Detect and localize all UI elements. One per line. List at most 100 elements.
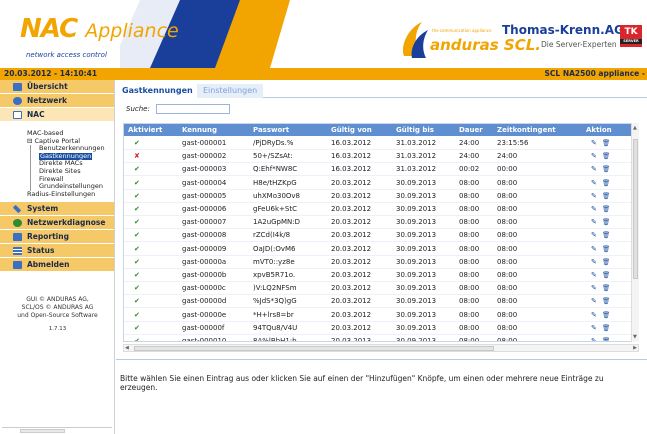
cell-kennung: gast-000005 (182, 191, 227, 200)
scrollbar-thumb[interactable] (633, 139, 638, 279)
edit-icon[interactable]: ✎ (591, 243, 597, 256)
edit-icon[interactable]: ✎ (591, 335, 597, 341)
sidebar-item-status[interactable]: Status (0, 244, 114, 259)
edit-icon[interactable]: ✎ (591, 163, 597, 176)
edit-icon[interactable]: ✎ (591, 295, 597, 308)
table-row[interactable]: ✔ gast-000001/PjDRyDs.% 16.03.2012 31.03.20… (124, 137, 638, 150)
edit-icon[interactable]: ✎ (591, 322, 597, 335)
table-row[interactable]: ✔ gast-00000a mVT0::yz8e 20.03.2012 30.09.20… (124, 256, 638, 269)
cell-dauer: 08:00 (459, 310, 480, 319)
table-row[interactable]: ✔ gast-00000d %JdS*3Q)gG 20.03.2012 30.09.20… (124, 295, 638, 309)
cell-passwort: rZCd(I4k/8 (253, 231, 291, 240)
edit-icon[interactable]: ✎ (591, 203, 597, 216)
delete-icon[interactable]: 🗑 (602, 163, 610, 176)
table-row[interactable]: ✔ gast-000004 H8e/tHZKpG 20.03.2012 30.09.20… (124, 177, 638, 190)
delete-icon[interactable]: 🗑 (602, 177, 610, 190)
edit-icon[interactable]: ✎ (591, 256, 597, 269)
sidebar-item-system[interactable]: System (0, 202, 114, 217)
edit-icon[interactable]: ✎ (591, 309, 597, 322)
sidebar-item-netzwerkdiagnose[interactable]: Netzwerkdiagnose (0, 216, 114, 231)
edit-icon[interactable]: ✎ (591, 177, 597, 190)
sidebar-item-netzwerk[interactable]: Netzwerk (0, 94, 114, 108)
edit-icon[interactable]: ✎ (591, 190, 597, 203)
edit-icon[interactable]: ✎ (591, 269, 597, 282)
delete-icon[interactable]: 🗑 (602, 203, 610, 216)
cell-dauer: 08:00 (459, 218, 480, 227)
delete-icon[interactable]: 🗑 (602, 335, 610, 341)
col-passwort[interactable]: Passwort (253, 124, 289, 136)
edit-icon[interactable]: ✎ (591, 150, 597, 163)
cell-dauer: 00:02 (459, 165, 480, 174)
delete-icon[interactable]: 🗑 (602, 269, 610, 282)
cell-gueltig-bis: 30.09.2013 (396, 337, 437, 342)
col-gueltig-bis[interactable]: Gültig bis (396, 124, 434, 136)
table-row[interactable]: ✘ gast-000002 50+/SZsAt: 16.03.2012 31.03.20… (124, 150, 638, 164)
delete-icon[interactable]: 🗑 (602, 295, 610, 308)
delete-icon[interactable]: 🗑 (602, 256, 610, 269)
table-row[interactable]: ✔ gast-00000c)V:LQ2NFSm 20.03.2012 30.09.20… (124, 282, 638, 296)
sidebar: Übersicht Netzwerk NAC MAC-based ⊟ Capti… (0, 80, 115, 434)
delete-icon[interactable]: 🗑 (602, 229, 610, 242)
table-row[interactable]: ✔ gast-000010 8A%lBbH1:b 20.03.2013 30.09.20… (124, 335, 638, 342)
delete-icon[interactable]: 🗑 (602, 309, 610, 322)
scroll-up-icon[interactable]: ▲ (633, 125, 637, 131)
search-input[interactable] (156, 104, 230, 114)
sidebar-item-nac[interactable]: NAC (0, 108, 114, 122)
delete-icon[interactable]: 🗑 (602, 216, 610, 229)
table-row[interactable]: ✔ gast-000005 uhXMo30Ov8 20.03.2012 30.09.20… (124, 190, 638, 203)
table-row[interactable]: ✔ gast-000009 OaJD(:OvM6 20.03.2012 30.09.20… (124, 243, 638, 256)
cell-gueltig-bis: 30.09.2013 (396, 191, 437, 200)
cell-gueltig-von: 20.03.2012 (331, 191, 372, 200)
cell-gueltig-bis: 31.03.2012 (396, 152, 437, 161)
delete-icon[interactable]: 🗑 (602, 150, 610, 163)
col-aktiviert[interactable]: Aktiviert (128, 124, 162, 136)
cell-gueltig-bis: 31.03.2012 (396, 165, 437, 174)
edit-icon[interactable]: ✎ (591, 282, 597, 295)
scroll-down-icon[interactable]: ▼ (633, 334, 637, 340)
delete-icon[interactable]: 🗑 (602, 282, 610, 295)
col-kennung[interactable]: Kennung (182, 124, 217, 136)
cell-kennung: gast-00000b (182, 271, 227, 279)
table-row[interactable]: ✔ gast-000007 1A2uGpMN:D 20.03.2012 30.09.20… (124, 216, 638, 230)
delete-icon[interactable]: 🗑 (602, 190, 610, 203)
col-zeitkontingent[interactable]: Zeitkontingent (497, 124, 556, 136)
col-gueltig-von[interactable]: Gültig von (331, 124, 372, 136)
active-check-icon: ✔ (134, 178, 140, 187)
scrollbar-thumb[interactable] (134, 346, 494, 351)
sidebar-item-uebersicht[interactable]: Übersicht (0, 80, 114, 94)
cell-gueltig-bis: 30.09.2013 (396, 244, 437, 253)
edit-icon[interactable]: ✎ (591, 229, 597, 242)
tab-einstellungen[interactable]: Einstellungen (197, 84, 264, 98)
table-row[interactable]: ✔ gast-000006 gFeU6k+StC 20.03.2012 30.09.20… (124, 203, 638, 216)
app-header: NAC Appliance network access control the… (0, 0, 647, 68)
scrollbar-thumb[interactable] (20, 429, 65, 433)
delete-icon[interactable]: 🗑 (602, 322, 610, 335)
edit-icon[interactable]: ✎ (591, 137, 597, 150)
active-check-icon: ✔ (134, 139, 140, 147)
guest-accounts-table: Aktiviert Kennung Passwort Gültig von Gü… (123, 123, 639, 342)
delete-icon[interactable]: 🗑 (602, 137, 610, 150)
col-aktion[interactable]: Aktion (586, 124, 612, 136)
edit-icon[interactable]: ✎ (591, 216, 597, 229)
cell-zeitkontingent: 08:00 (497, 337, 518, 342)
active-check-icon: ✔ (134, 297, 140, 306)
table-row[interactable]: ✔ gast-00000b xpvB5R71o. 20.03.2012 30.09.20… (124, 269, 638, 282)
scroll-right-icon[interactable]: ▶ (633, 345, 637, 351)
cell-gueltig-von: 16.03.2012 (331, 165, 372, 174)
tree-item-radius[interactable]: Radius-Einstellungen (27, 190, 114, 199)
scroll-left-icon[interactable]: ◀ (125, 345, 129, 351)
table-horizontal-scrollbar[interactable]: ◀ ▶ (123, 344, 639, 352)
table-row[interactable]: ✔ gast-00000e *H+lrs8=br 20.03.2012 30.09.20… (124, 309, 638, 322)
active-check-icon: ✔ (134, 231, 140, 240)
table-row[interactable]: ✔ gast-00000f 94TQu8/V4U 20.03.2012 30.09.20… (124, 322, 638, 335)
table-vertical-scrollbar[interactable]: ▲ ▼ (631, 123, 639, 342)
sidebar-horizontal-scrollbar[interactable] (2, 427, 112, 433)
tab-gastkennungen[interactable]: Gastkennungen (116, 84, 199, 98)
col-dauer[interactable]: Dauer (459, 124, 483, 136)
sidebar-item-abmelden[interactable]: Abmelden (0, 258, 114, 273)
table-row[interactable]: ✔ gast-000003 Q:Ehf*NW8C 16.03.2012 31.03.20… (124, 163, 638, 177)
delete-icon[interactable]: 🗑 (602, 243, 610, 256)
table-row[interactable]: ✔ gast-000008 rZCd(I4k/8 20.03.2012 30.09.20… (124, 229, 638, 243)
sidebar-item-reporting[interactable]: Reporting (0, 230, 114, 245)
cell-passwort: H8e/tHZKpG (253, 178, 297, 187)
